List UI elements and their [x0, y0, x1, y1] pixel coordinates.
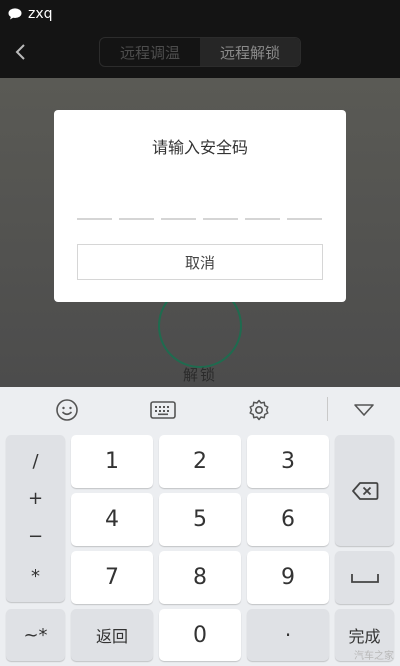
emoji-icon[interactable]	[54, 397, 80, 423]
keyboard-icon[interactable]	[150, 397, 176, 423]
code-slot	[287, 218, 322, 220]
key-2[interactable]: 2	[159, 435, 241, 488]
slash-key[interactable]: /	[6, 451, 65, 472]
backspace-icon	[351, 481, 378, 500]
symbol-column: / + − *	[6, 435, 65, 602]
backspace-key[interactable]	[335, 435, 394, 546]
unlock-label: 解锁	[182, 366, 217, 384]
plus-key[interactable]: +	[6, 488, 65, 509]
back-key[interactable]: 返回	[71, 609, 153, 661]
code-slot	[245, 218, 280, 220]
watermark: 汽车之家	[354, 651, 394, 662]
mode-segmented-control: 远程调温 远程解锁	[99, 37, 301, 67]
key-6[interactable]: 6	[247, 493, 329, 546]
space-icon	[350, 573, 379, 583]
symbol-switch-key[interactable]: ~*	[6, 609, 65, 661]
collapse-keyboard-icon[interactable]	[351, 397, 377, 423]
toolbar-divider	[327, 397, 328, 421]
keyboard-toolbar	[0, 387, 400, 433]
minus-key[interactable]: −	[6, 526, 65, 547]
dialog-title: 请输入安全码	[151, 138, 248, 157]
code-slot	[119, 218, 154, 220]
tab-remote-temperature[interactable]: 远程调温	[100, 38, 200, 66]
settings-icon[interactable]	[246, 397, 272, 423]
security-code-input[interactable]	[77, 218, 322, 220]
key-1[interactable]: 1	[71, 435, 153, 488]
status-bar: zxq	[0, 0, 400, 28]
key-9[interactable]: 9	[247, 551, 329, 604]
back-button[interactable]	[8, 38, 32, 66]
chat-bubble-icon	[8, 8, 22, 20]
key-4[interactable]: 4	[71, 493, 153, 546]
tab-remote-unlock[interactable]: 远程解锁	[200, 38, 300, 66]
space-key[interactable]	[335, 551, 394, 604]
key-7[interactable]: 7	[71, 551, 153, 604]
key-0[interactable]: 0	[159, 609, 241, 661]
security-code-dialog: 请输入安全码 取消	[54, 110, 346, 302]
code-slot	[77, 218, 112, 220]
dot-key[interactable]: ·	[247, 609, 329, 661]
code-slot	[161, 218, 196, 220]
asterisk-key[interactable]: *	[6, 566, 65, 587]
cancel-button[interactable]: 取消	[77, 244, 323, 280]
key-5[interactable]: 5	[159, 493, 241, 546]
key-3[interactable]: 3	[247, 435, 329, 488]
back-arrow-icon	[15, 44, 25, 60]
key-8[interactable]: 8	[159, 551, 241, 604]
code-slot	[203, 218, 238, 220]
nav-bar: 远程调温 远程解锁	[0, 28, 400, 78]
status-app-label: zxq	[28, 6, 53, 22]
